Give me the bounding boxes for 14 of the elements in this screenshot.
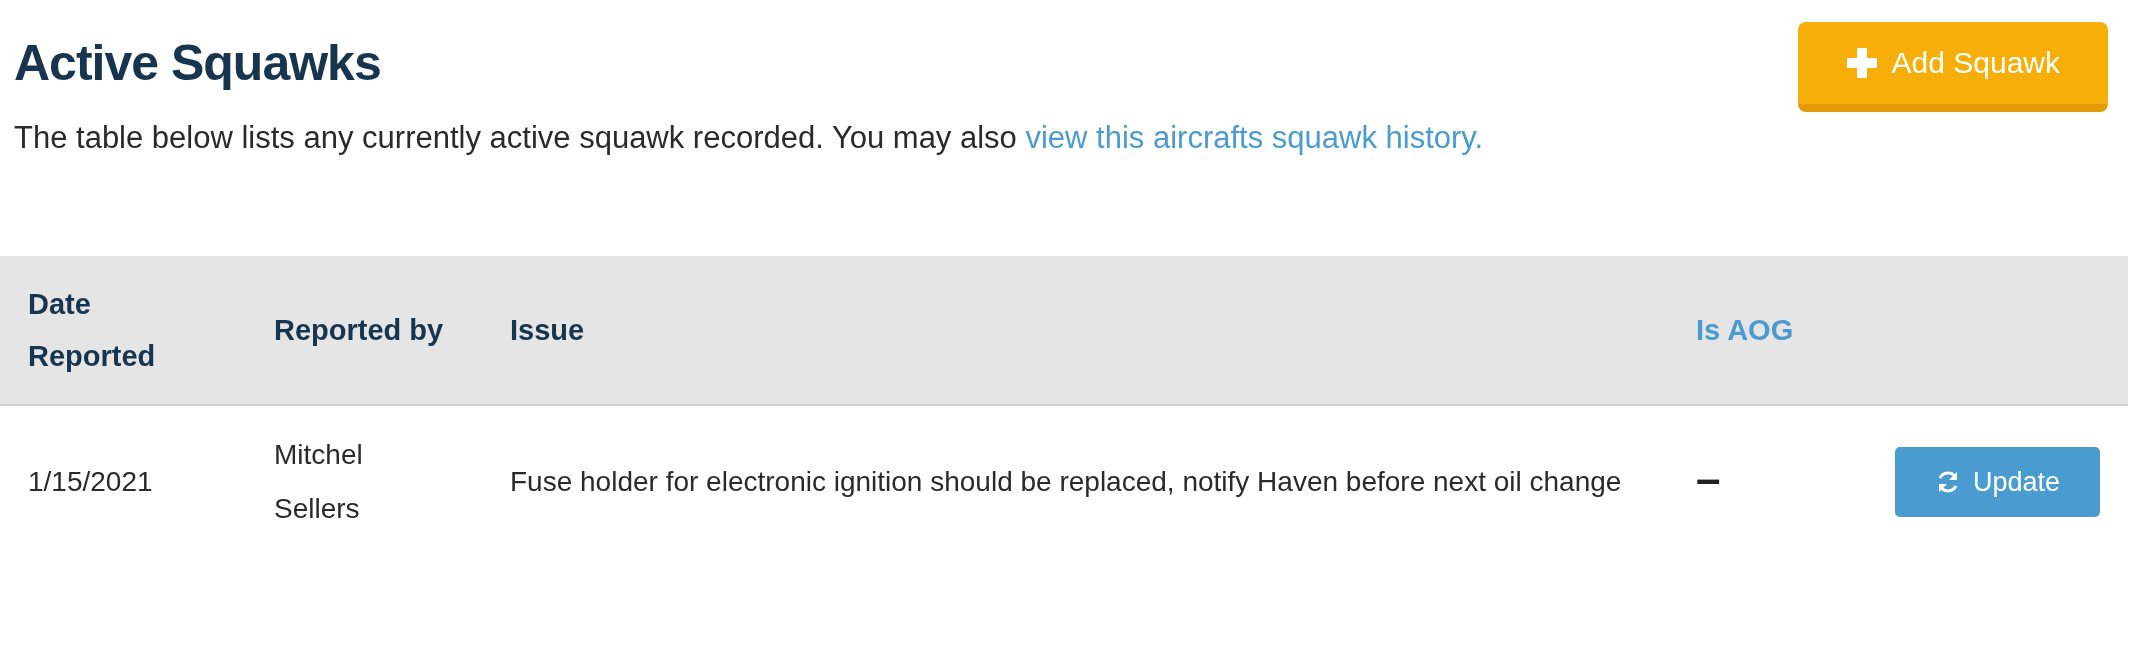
table-cell: Fuse holder for electronic ignition should be replaced, notify Haven before next oil change — [482, 405, 1668, 558]
aog-status: – — [1696, 454, 1721, 503]
column-header: Date Reported — [0, 256, 246, 405]
table-cell: Mitchel Sellers — [246, 405, 482, 558]
history-link[interactable]: view this aircrafts squawk history. — [1025, 120, 1484, 155]
table-cell: 1/15/2021 — [0, 405, 246, 558]
column-header[interactable]: Is AOG — [1668, 256, 1844, 405]
column-header: Issue — [482, 256, 1668, 405]
update-button[interactable]: Update — [1894, 447, 2100, 517]
intro-text: The table below lists any currently active squawk recorded. You may also view this aircrafts squawk history. — [14, 119, 1484, 157]
add-squawk-button[interactable]: Add Squawk — [1797, 22, 2108, 112]
page-title: Active Squawks — [14, 34, 382, 92]
column-header: Reported by — [246, 256, 482, 405]
plus-icon — [1845, 47, 1878, 79]
